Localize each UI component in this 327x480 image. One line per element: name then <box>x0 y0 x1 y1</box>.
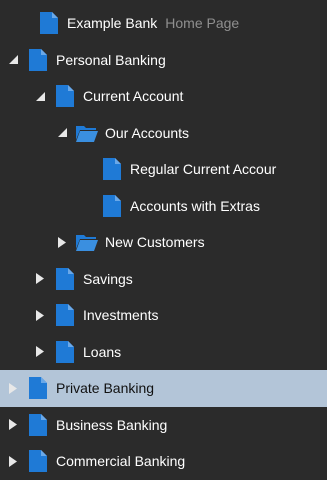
expand-arrow-collapsed-icon[interactable] <box>34 346 46 358</box>
expand-arrow-collapsed-icon[interactable] <box>56 236 68 248</box>
tree-item-label: Commercial Banking <box>56 453 186 470</box>
expand-arrow-collapsed-icon[interactable] <box>34 309 46 321</box>
tree-item-label: Private Banking <box>56 380 155 397</box>
expand-arrow-expanded-icon[interactable] <box>34 90 46 102</box>
tree-item-label: Regular Current Accour <box>130 161 277 178</box>
tree-item-accounts-with-extras[interactable]: Accounts with Extras <box>0 188 327 225</box>
tree-item-regular-current-account[interactable]: Regular Current Accour <box>0 151 327 188</box>
tree-item-current-account[interactable]: Current Account <box>0 78 327 115</box>
tree-item-label: Current Account <box>83 88 184 105</box>
tree-item-label: Example Bank <box>67 15 158 32</box>
expand-arrow-expanded-icon[interactable] <box>7 54 19 66</box>
folder-open-icon <box>76 231 98 253</box>
folder-open-icon <box>76 122 98 144</box>
page-icon <box>27 413 49 436</box>
expand-arrow-collapsed-icon[interactable] <box>7 455 19 467</box>
page-icon <box>54 267 76 290</box>
expand-arrow-collapsed-icon[interactable] <box>7 382 19 394</box>
expand-arrow-collapsed-icon[interactable] <box>34 273 46 285</box>
tree-item-personal-banking[interactable]: Personal Banking <box>0 42 327 79</box>
tree-item-sublabel: Home Page <box>165 15 240 32</box>
tree-item-label: Loans <box>83 343 122 360</box>
page-icon <box>27 450 49 473</box>
tree-item-label: New Customers <box>105 234 205 251</box>
page-icon <box>54 85 76 108</box>
tree-item-label: Business Banking <box>56 416 168 433</box>
page-icon <box>27 48 49 71</box>
site-tree: Example Bank Home Page Personal Banking … <box>0 0 327 476</box>
page-icon <box>38 12 60 35</box>
tree-item-label: Personal Banking <box>56 51 166 68</box>
tree-item-business-banking[interactable]: Business Banking <box>0 407 327 444</box>
tree-item-label: Savings <box>83 270 133 287</box>
page-icon <box>101 158 123 181</box>
page-icon <box>54 340 76 363</box>
tree-item-new-customers[interactable]: New Customers <box>0 224 327 261</box>
tree-item-label: Investments <box>83 307 159 324</box>
page-icon <box>101 194 123 217</box>
page-icon <box>54 304 76 327</box>
tree-item-investments[interactable]: Investments <box>0 297 327 334</box>
page-icon <box>27 377 49 400</box>
tree-item-commercial-banking[interactable]: Commercial Banking <box>0 443 327 480</box>
tree-item-label: Accounts with Extras <box>130 197 260 214</box>
tree-item-our-accounts[interactable]: Our Accounts <box>0 115 327 152</box>
tree-item-private-banking[interactable]: Private Banking <box>0 370 327 407</box>
tree-item-savings[interactable]: Savings <box>0 261 327 298</box>
expand-arrow-expanded-icon[interactable] <box>56 127 68 139</box>
tree-item-loans[interactable]: Loans <box>0 334 327 371</box>
tree-item-example-bank[interactable]: Example Bank Home Page <box>0 5 327 42</box>
tree-item-label: Our Accounts <box>105 124 190 141</box>
expand-arrow-collapsed-icon[interactable] <box>7 419 19 431</box>
